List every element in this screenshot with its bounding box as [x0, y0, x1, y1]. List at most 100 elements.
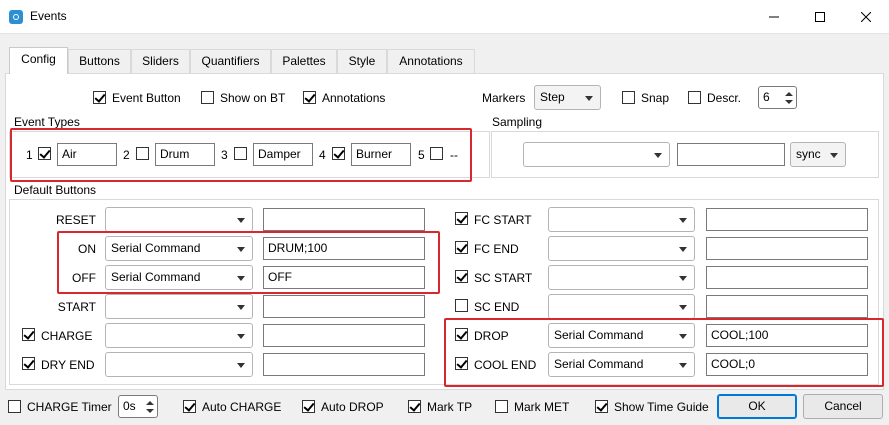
drop-label: DROP [474, 329, 509, 343]
cool-end-action-value: Serial Command [554, 357, 644, 371]
close-button[interactable] [843, 0, 889, 33]
fc-start-checkbox[interactable] [455, 212, 468, 225]
fc-end-checkbox[interactable] [455, 241, 468, 254]
start-action-select[interactable] [105, 294, 253, 319]
event-type-5-name: -- [450, 148, 458, 162]
tab-sliders[interactable]: Sliders [131, 49, 190, 73]
auto-charge-label: Auto CHARGE [202, 400, 282, 414]
off-command-field[interactable]: OFF [263, 266, 425, 289]
drop-action-select[interactable]: Serial Command [548, 323, 695, 348]
chevron-down-icon [654, 153, 662, 158]
maximize-icon [815, 11, 825, 22]
sc-end-command-field[interactable] [706, 295, 868, 318]
window-title: Events [30, 9, 67, 23]
annotations-checkbox[interactable] [303, 91, 316, 104]
spin-down-icon [785, 100, 793, 104]
auto-drop-label: Auto DROP [321, 400, 384, 414]
event-type-4-name[interactable]: Burner [351, 143, 411, 166]
event-type-4-checkbox[interactable] [332, 147, 345, 160]
charge-command-field[interactable] [263, 324, 425, 347]
show-time-guide-label: Show Time Guide [614, 400, 709, 414]
charge-timer-value: 0s [123, 399, 136, 413]
event-type-1-name[interactable]: Air [57, 143, 117, 166]
tab-style[interactable]: Style [337, 49, 387, 73]
charge-timer-spinbox[interactable]: 0s [118, 395, 158, 418]
cool-end-command-field[interactable]: COOL;0 [706, 353, 868, 376]
chevron-down-icon [237, 305, 245, 310]
minimize-button[interactable] [751, 0, 797, 33]
markers-select[interactable]: Step [534, 85, 601, 110]
mark-met-checkbox[interactable] [495, 400, 508, 413]
spin-up-icon [146, 401, 154, 405]
off-action-select[interactable]: Serial Command [105, 265, 253, 290]
start-command-field[interactable] [263, 295, 425, 318]
event-type-2-checkbox[interactable] [136, 147, 149, 160]
sc-start-action-select[interactable] [548, 265, 695, 290]
chevron-down-icon [679, 363, 687, 368]
ok-button[interactable]: OK [717, 394, 797, 419]
drop-action-value: Serial Command [554, 328, 644, 342]
descr-spinbox[interactable]: 6 [758, 86, 797, 109]
mark-tp-checkbox[interactable] [408, 400, 421, 413]
tab-config[interactable]: Config [9, 47, 68, 74]
dry-end-checkbox[interactable] [22, 357, 35, 370]
maximize-button[interactable] [797, 0, 843, 33]
sampling-interval-field[interactable] [677, 143, 785, 166]
charge-action-select[interactable] [105, 323, 253, 348]
snap-checkbox[interactable] [622, 91, 635, 104]
event-type-5-number: 5 [418, 148, 425, 162]
tab-palettes[interactable]: Palettes [271, 49, 337, 73]
cool-end-action-select[interactable]: Serial Command [548, 352, 695, 377]
start-label: START [57, 300, 96, 314]
event-type-4-number: 4 [319, 148, 326, 162]
show-on-bt-checkbox[interactable] [201, 91, 214, 104]
drop-command-field[interactable]: COOL;100 [706, 324, 868, 347]
event-type-1-checkbox[interactable] [38, 147, 51, 160]
reset-command-field[interactable] [263, 208, 425, 231]
sc-end-checkbox[interactable] [455, 299, 468, 312]
descr-label: Descr. [707, 91, 742, 105]
reset-action-select[interactable] [105, 207, 253, 232]
tab-annotations[interactable]: Annotations [387, 49, 475, 73]
event-button-checkbox[interactable] [93, 91, 106, 104]
spin-down-icon [146, 409, 154, 413]
on-action-select[interactable]: Serial Command [105, 236, 253, 261]
fc-end-command-field[interactable] [706, 237, 868, 260]
event-type-2-number: 2 [123, 148, 130, 162]
sync-select[interactable]: sync [790, 142, 846, 167]
descr-value: 6 [763, 90, 770, 104]
event-type-5-checkbox[interactable] [430, 147, 443, 160]
event-type-3-checkbox[interactable] [234, 147, 247, 160]
show-time-guide-checkbox[interactable] [595, 400, 608, 413]
event-type-3-name[interactable]: Damper [253, 143, 313, 166]
drop-checkbox[interactable] [455, 328, 468, 341]
charge-timer-checkbox[interactable] [8, 400, 21, 413]
fc-start-command-field[interactable] [706, 208, 868, 231]
event-button-label: Event Button [112, 91, 181, 105]
cool-end-checkbox[interactable] [455, 357, 468, 370]
cancel-button[interactable]: Cancel [803, 394, 883, 419]
close-icon [861, 11, 871, 22]
mark-met-label: Mark MET [514, 400, 570, 414]
sampling-select[interactable] [523, 142, 670, 167]
tab-quantifiers[interactable]: Quantifiers [190, 49, 271, 73]
charge-timer-label: CHARGE Timer [27, 400, 112, 414]
dry-end-action-select[interactable] [105, 352, 253, 377]
descr-checkbox[interactable] [688, 91, 701, 104]
fc-end-action-select[interactable] [548, 236, 695, 261]
dry-end-command-field[interactable] [263, 353, 425, 376]
charge-checkbox[interactable] [22, 328, 35, 341]
chevron-down-icon [679, 334, 687, 339]
tab-buttons[interactable]: Buttons [68, 49, 131, 73]
sc-start-checkbox[interactable] [455, 270, 468, 283]
sc-start-command-field[interactable] [706, 266, 868, 289]
event-type-2-name[interactable]: Drum [155, 143, 215, 166]
auto-charge-checkbox[interactable] [183, 400, 196, 413]
sampling-title: Sampling [492, 115, 543, 129]
fc-start-action-select[interactable] [548, 207, 695, 232]
show-on-bt-label: Show on BT [220, 91, 286, 105]
reset-label: RESET [55, 213, 96, 227]
auto-drop-checkbox[interactable] [302, 400, 315, 413]
sc-end-action-select[interactable] [548, 294, 695, 319]
on-command-field[interactable]: DRUM;100 [263, 237, 425, 260]
